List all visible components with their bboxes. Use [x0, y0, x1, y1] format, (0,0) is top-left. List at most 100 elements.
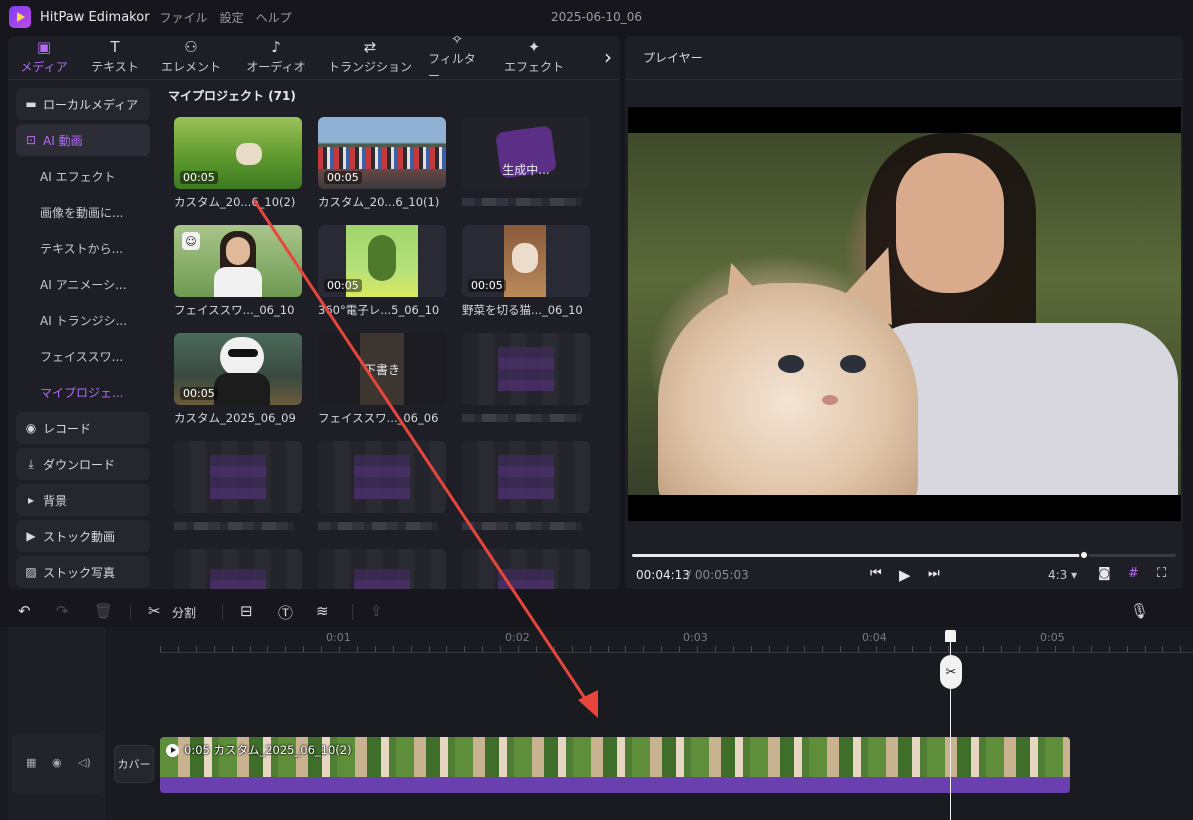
tab-audio[interactable]: ♪ オーディオ [232, 36, 320, 79]
ruler-tick [249, 646, 251, 652]
sidebar-item-download[interactable]: ⤓ ダウンロード [16, 448, 150, 480]
media-card[interactable]: 00:05 カスタム_2025_06_09 [174, 333, 302, 426]
speaker-icon[interactable]: ◁) [78, 756, 91, 769]
tab-transition[interactable]: ⇄ トランジション [320, 36, 420, 79]
timeline[interactable]: 0:01 0:02 0:03 0:04 0:05 ▦ ◉ ◁) カバー 0:05… [0, 627, 1193, 820]
duration-label: 00:05 [468, 279, 506, 292]
media-card[interactable] [462, 549, 590, 589]
tab-media[interactable]: ▣ メディア [8, 36, 80, 79]
sidebar-item-label: ローカルメディア [43, 97, 139, 112]
subtitle-icon[interactable]: ⊟ [240, 602, 253, 620]
redo-icon[interactable]: ↷ [56, 602, 69, 620]
cover-button[interactable]: カバー [114, 745, 154, 783]
ruler-tick [303, 646, 305, 652]
ruler-tick [1001, 646, 1003, 652]
tab-element[interactable]: ⚇ エレメント [150, 36, 232, 79]
blurred-label [318, 522, 438, 530]
sidebar-item-ai-animation[interactable]: AI アニメーシ... [16, 268, 150, 300]
ruler-tick [679, 646, 681, 652]
media-card[interactable]: ☺ フェイススワ..._06_10 [174, 225, 302, 318]
ruler-tick [553, 646, 555, 652]
microphone-icon[interactable]: 🎙 [1130, 602, 1149, 620]
media-card[interactable]: 00:05 カスタム_20...6_10(1) [318, 117, 446, 210]
sidebar-item-my-projects[interactable]: マイプロジェ... [16, 376, 150, 408]
player-panel: プレイヤー 00:04:13 / 00:05:03 ⏮ ▶ ⏭ 4:3 ▾ ◙ … [625, 36, 1183, 589]
transition-icon: ⇄ [363, 38, 377, 56]
prev-frame-icon[interactable]: ⏮ [870, 566, 882, 581]
ruler-tick [1180, 646, 1182, 652]
cut-silence-icon[interactable]: ≋ [316, 602, 329, 620]
track-controls: ▦ ◉ ◁) [12, 734, 104, 794]
fullscreen-icon[interactable]: ⛶ [1157, 566, 1166, 581]
media-card[interactable]: 00:05 野菜を切る猫..._06_10 [462, 225, 590, 318]
sidebar-item-face-swap[interactable]: フェイススワ... [16, 340, 150, 372]
sidebar-item-local-media[interactable]: ▬ ローカルメディア [16, 88, 150, 120]
scissors-icon[interactable]: ✂ [148, 602, 161, 620]
split-scissors-icon[interactable]: ✂ [940, 655, 962, 689]
ruler-tick [768, 646, 770, 652]
sidebar-item-ai-video[interactable]: ⊡ AI 動画 [16, 124, 150, 156]
ruler-tick [1162, 646, 1164, 652]
player-title: プレイヤー [625, 36, 1183, 80]
playback-progress[interactable] [632, 550, 1176, 560]
media-card[interactable] [318, 441, 446, 530]
media-card[interactable]: 下書き フェイススワ..._06_06 [318, 333, 446, 426]
export-icon[interactable]: ⇪ [370, 602, 383, 620]
sidebar-item-ai-transition[interactable]: AI トランジシ... [16, 304, 150, 336]
media-card[interactable] [174, 549, 302, 589]
sidebar-item-background[interactable]: ▸ 背景 [16, 484, 150, 516]
media-card[interactable]: 生成中... [462, 117, 590, 206]
tab-effect[interactable]: ✦ エフェクト [494, 36, 574, 79]
text-box-icon[interactable]: Ⓣ [278, 602, 293, 623]
ruler-tick [482, 646, 484, 652]
draft-status: 下書き [363, 363, 400, 377]
progress-fill [632, 554, 1084, 557]
sidebar-item-label: レコード [43, 421, 92, 436]
sidebar-item-stock-photo[interactable]: ▨ ストック写真 [16, 556, 150, 588]
grid-icon[interactable]: # [1128, 566, 1139, 581]
blurred-label [174, 522, 294, 530]
media-card[interactable]: 00:05 360°電子レ...5_06_10 [318, 225, 446, 318]
film-icon[interactable]: ▦ [26, 756, 36, 769]
ruler-tick [589, 646, 591, 652]
card-title: カスタム_20...6_10(1) [318, 195, 440, 209]
ruler-tick [428, 646, 430, 652]
media-card[interactable] [174, 441, 302, 530]
sidebar-item-text-to-video[interactable]: テキストから... [16, 232, 150, 264]
sidebar-item-ai-effect[interactable]: AI エフェクト [16, 160, 150, 192]
sidebar-item-image-to-video[interactable]: 画像を動画に... [16, 196, 150, 228]
card-title: フェイススワ..._06_06 [318, 411, 439, 425]
video-preview[interactable] [628, 107, 1181, 521]
video-clip[interactable]: 0:05 カスタム_2025_06_10(2) [160, 737, 1070, 793]
tab-filter[interactable]: ✧ フィルター [420, 36, 494, 83]
ruler-tick [392, 646, 394, 652]
snapshot-icon[interactable]: ◙ [1098, 566, 1111, 581]
ruler-tick [750, 646, 752, 652]
delete-icon[interactable]: 🗑 [94, 602, 113, 620]
menu-help[interactable]: ヘルプ [256, 9, 292, 26]
undo-icon[interactable]: ↶ [18, 602, 31, 620]
split-button[interactable]: 分割 [172, 604, 196, 621]
sidebar-item-record[interactable]: ◉ レコード [16, 412, 150, 444]
playhead-handle[interactable] [945, 630, 956, 642]
play-icon[interactable]: ▶ [899, 566, 911, 584]
ruler-tick [285, 646, 287, 652]
ruler-tick [464, 646, 466, 652]
progress-knob[interactable] [1078, 550, 1089, 560]
ruler-tick [840, 646, 842, 652]
duration-label: 00:05 [324, 171, 362, 184]
next-frame-icon[interactable]: ⏭ [928, 566, 940, 581]
media-card[interactable] [462, 441, 590, 530]
media-card[interactable] [318, 549, 446, 589]
media-card[interactable] [462, 333, 590, 422]
aspect-ratio-select[interactable]: 4:3 ▾ [1048, 568, 1077, 582]
media-card[interactable]: 00:05 カスタム_20...6_10(2) [174, 117, 302, 210]
menu-file[interactable]: ファイル [160, 9, 208, 26]
eye-icon[interactable]: ◉ [52, 756, 62, 769]
tab-text[interactable]: T テキスト [80, 36, 150, 79]
time-ruler[interactable]: 0:01 0:02 0:03 0:04 0:05 [108, 627, 1193, 653]
menu-settings[interactable]: 設定 [220, 9, 244, 26]
chevron-right-icon[interactable]: › [596, 36, 620, 79]
ruler-tick [858, 646, 860, 652]
sidebar-item-stock-video[interactable]: ▶ ストック動画 [16, 520, 150, 552]
